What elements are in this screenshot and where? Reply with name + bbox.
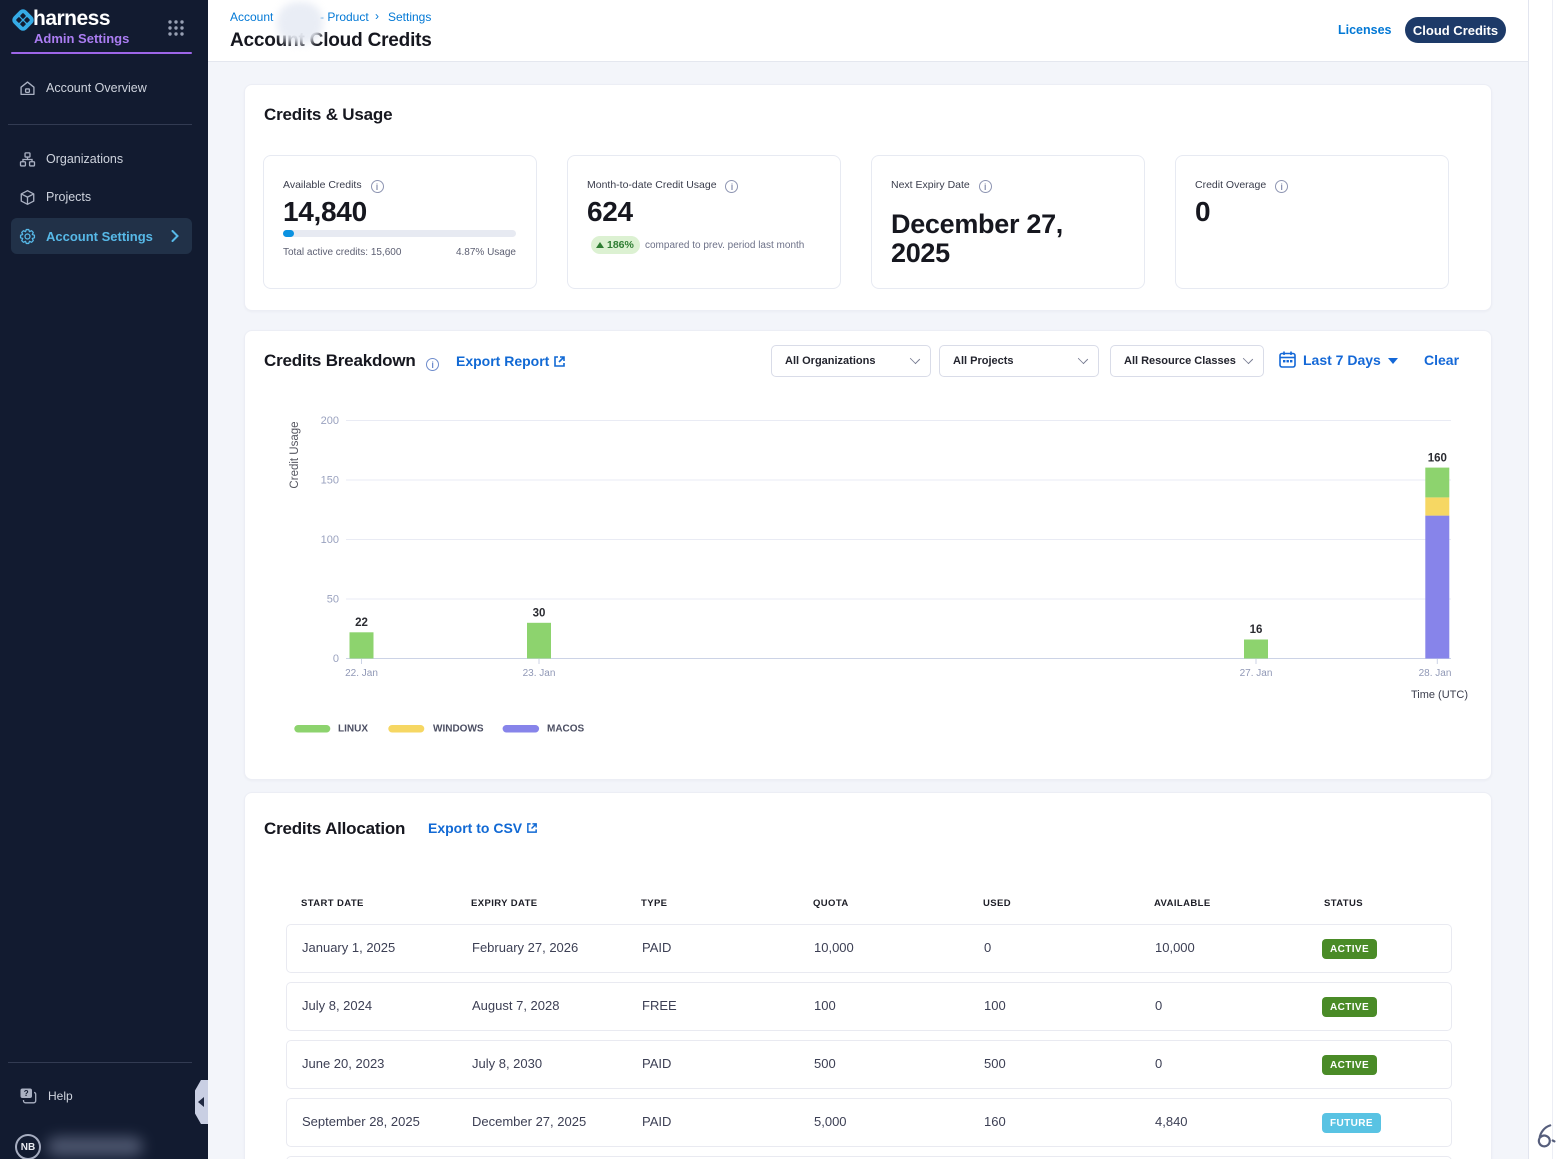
svg-text:LINUX: LINUX [338,724,368,735]
svg-text:Time (UTC): Time (UTC) [1411,689,1468,701]
svg-text:16: 16 [1250,624,1263,636]
svg-text:27. Jan: 27. Jan [1240,668,1273,679]
svg-text:30: 30 [533,608,546,620]
svg-text:22: 22 [355,617,368,629]
svg-text:28. Jan: 28. Jan [1419,668,1452,679]
svg-text:0: 0 [333,653,339,665]
svg-text:?: ? [24,1089,29,1098]
svg-text:200: 200 [321,415,339,427]
svg-text:150: 150 [321,475,339,487]
svg-text:160: 160 [1428,452,1447,464]
svg-text:22. Jan: 22. Jan [345,668,378,679]
svg-text:23. Jan: 23. Jan [523,668,556,679]
svg-text:WINDOWS: WINDOWS [433,724,484,735]
svg-text:MACOS: MACOS [547,724,585,735]
svg-text:50: 50 [327,594,339,606]
svg-text:100: 100 [321,534,339,546]
svg-text:Credit Usage: Credit Usage [289,421,301,488]
